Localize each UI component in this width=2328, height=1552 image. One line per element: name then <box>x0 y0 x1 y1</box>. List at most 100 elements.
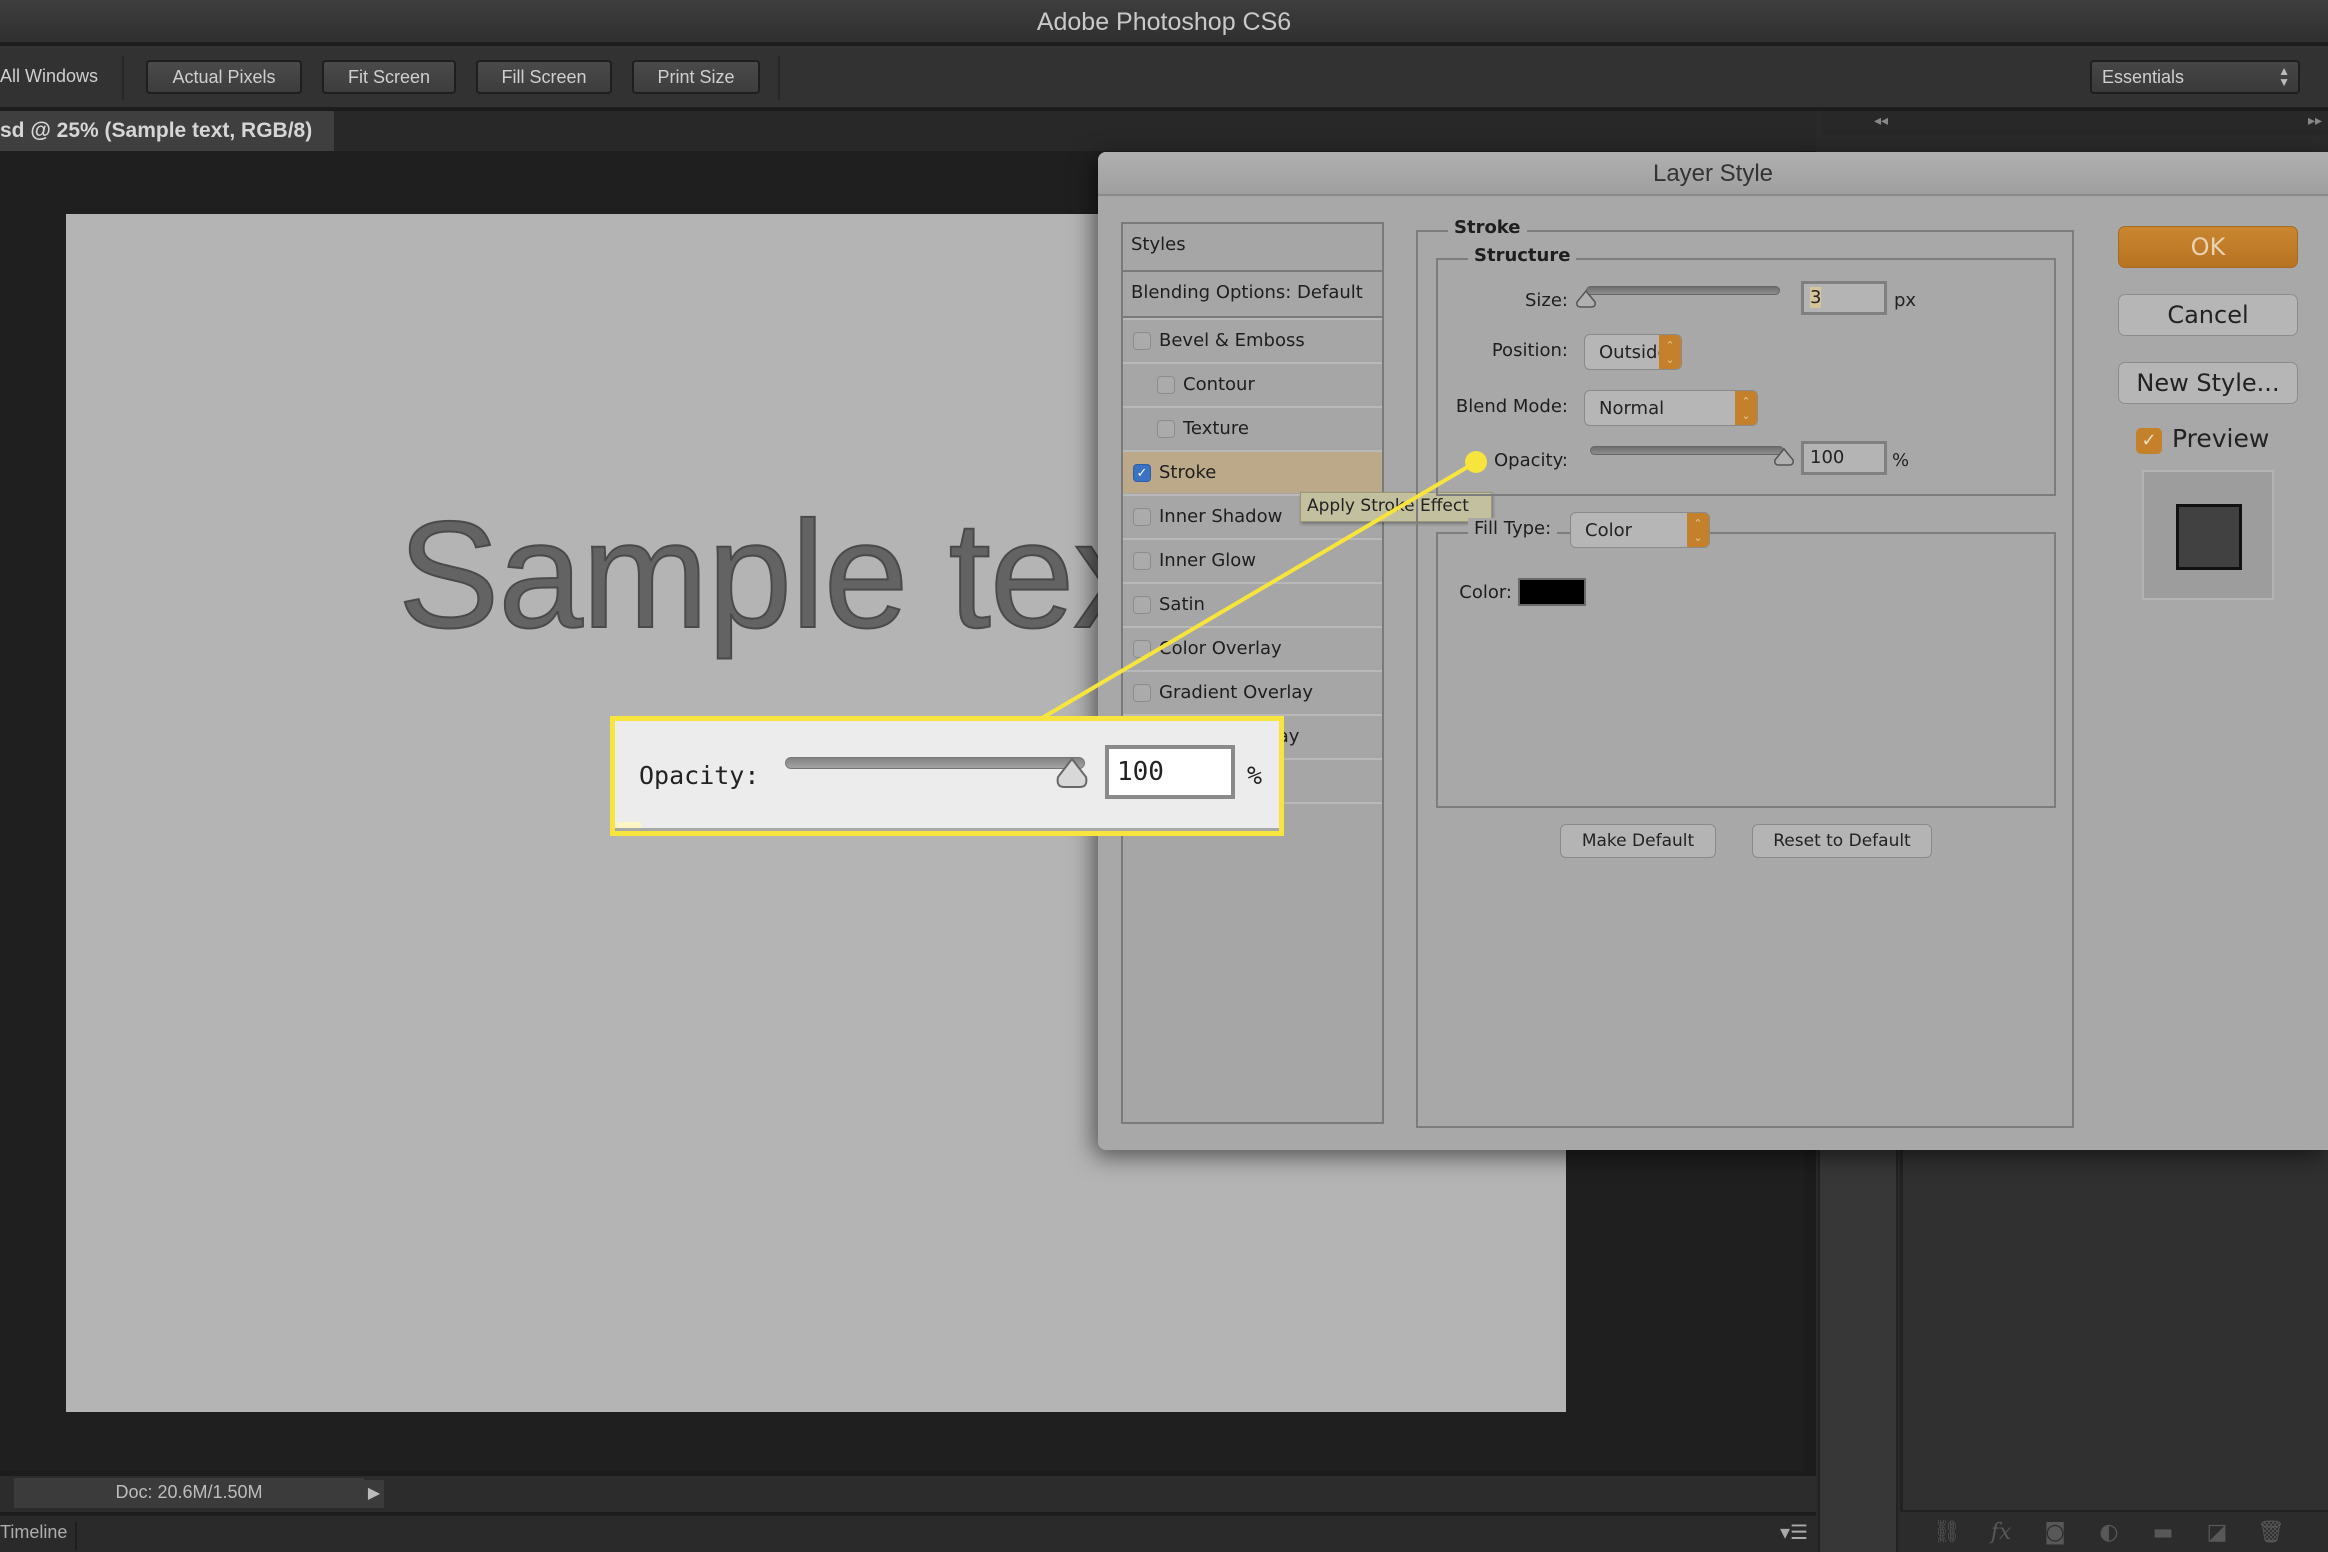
mask-icon[interactable]: ◙ <box>2028 1520 2082 1545</box>
divider <box>1123 270 1382 272</box>
opacity-slider-track[interactable] <box>1590 446 1784 455</box>
style-item-bevel-emboss[interactable]: Bevel & Emboss <box>1123 318 1382 361</box>
actual-pixels-button[interactable]: Actual Pixels <box>146 60 302 94</box>
title-bar: Adobe Photoshop CS6 <box>0 0 2328 44</box>
layers-panel <box>1900 1150 2328 1510</box>
size-unit: px <box>1894 290 1917 311</box>
callout-corner <box>617 822 641 828</box>
stroke-group-label: Stroke <box>1448 217 1527 238</box>
doc-size-info: Doc: 20.6M/1.50M <box>14 1478 364 1508</box>
stepper-arrows-icon: ⌃ ⌄ <box>1659 335 1681 369</box>
panel-collapse-bar: ◂◂ ▸▸ <box>1822 111 2328 135</box>
folder-icon[interactable]: ▬ <box>2136 1520 2190 1545</box>
divider <box>122 56 124 100</box>
style-item-texture[interactable]: Texture <box>1123 406 1382 449</box>
divider <box>778 56 780 100</box>
fill-type-group <box>1436 532 2056 808</box>
trash-icon[interactable]: 🗑 <box>2244 1520 2298 1545</box>
style-checkbox[interactable] <box>1133 595 1151 614</box>
link-icon[interactable]: ⛓ <box>1920 1520 1974 1545</box>
color-label: Color: <box>1459 582 1512 603</box>
fill-type-select[interactable]: Color ⌃ ⌄ <box>1570 512 1710 548</box>
document-tab[interactable]: sd @ 25% (Sample text, RGB/8) <box>0 111 334 151</box>
style-item-inner-glow[interactable]: Inner Glow <box>1123 538 1382 581</box>
stepper-arrows-icon: ⌃ ⌄ <box>1735 391 1757 425</box>
fill-type-value: Color <box>1585 520 1632 541</box>
status-menu-arrow-icon[interactable]: ▶ <box>364 1480 384 1508</box>
size-slider-track[interactable] <box>1586 286 1780 295</box>
style-item-label: Gradient Overlay <box>1159 682 1314 703</box>
callout-opacity-unit: % <box>1247 761 1263 790</box>
style-item-label: Color Overlay <box>1159 638 1282 659</box>
reset-to-default-button[interactable]: Reset to Default <box>1752 824 1932 858</box>
style-checkbox[interactable] <box>1133 639 1151 658</box>
style-preview-thumbnail <box>2142 470 2274 600</box>
timeline-tab[interactable]: Timeline <box>0 1522 78 1550</box>
preview-label: Preview <box>2172 424 2270 453</box>
fill-type-label: Fill Type: <box>1468 518 1558 539</box>
callout-opacity-input: 100 <box>1105 745 1235 799</box>
style-item-label: Bevel & Emboss <box>1159 330 1305 351</box>
style-checkbox[interactable] <box>1133 507 1151 526</box>
style-item-label: Inner Glow <box>1159 550 1257 571</box>
structure-group-label: Structure <box>1468 245 1577 266</box>
cancel-button[interactable]: Cancel <box>2118 294 2298 336</box>
collapse-left-icon[interactable]: ◂◂ <box>1874 113 1888 129</box>
opacity-callout: Opacity: 100 % <box>610 716 1284 836</box>
fx-icon[interactable]: fx <box>1974 1520 2028 1545</box>
stroke-color-swatch[interactable] <box>1518 578 1586 606</box>
style-checkbox[interactable] <box>1133 683 1151 702</box>
ok-button[interactable]: OK <box>2118 226 2298 268</box>
workspace-value: Essentials <box>2102 66 2185 87</box>
style-checkbox[interactable]: ✓ <box>1133 463 1151 482</box>
panel-menu-icon[interactable]: ▾☰ <box>1780 1520 1808 1544</box>
style-item-gradient-overlay[interactable]: Gradient Overlay <box>1123 670 1382 713</box>
size-label: Size: <box>1524 290 1568 311</box>
callout-opacity-slider-track <box>785 757 1085 769</box>
adjustment-icon[interactable]: ◐ <box>2082 1520 2136 1545</box>
workspace-select[interactable]: Essentials ▲ ▼ <box>2090 60 2300 94</box>
styles-header[interactable]: Styles <box>1123 234 1382 255</box>
print-size-button[interactable]: Print Size <box>632 60 760 94</box>
style-item-contour[interactable]: Contour <box>1123 362 1382 405</box>
blend-mode-select[interactable]: Normal ⌃ ⌄ <box>1584 390 1758 426</box>
style-checkbox[interactable] <box>1133 551 1151 570</box>
style-item-color-overlay[interactable]: Color Overlay <box>1123 626 1382 669</box>
size-slider-thumb[interactable] <box>1575 290 1597 308</box>
style-item-label: Contour <box>1183 374 1255 395</box>
opacity-input[interactable]: 100 <box>1801 441 1887 475</box>
all-windows-checkbox-label[interactable]: All Windows <box>0 66 98 87</box>
style-checkbox[interactable] <box>1157 375 1175 394</box>
callout-opacity-label: Opacity: <box>639 761 760 790</box>
new-layer-icon[interactable]: ◪ <box>2190 1520 2244 1545</box>
size-input[interactable]: 3 <box>1801 281 1887 315</box>
position-label: Position: <box>1491 340 1568 361</box>
position-select[interactable]: Outside ⌃ ⌄ <box>1584 334 1682 370</box>
style-checkbox[interactable] <box>1157 419 1175 438</box>
size-value: 3 <box>1810 287 1822 308</box>
divider <box>615 828 1279 831</box>
expand-right-icon[interactable]: ▸▸ <box>2308 113 2322 129</box>
new-style-button[interactable]: New Style... <box>2118 362 2298 404</box>
timeline-panel-bar: Timeline ▾☰ <box>0 1514 1816 1552</box>
fit-screen-button[interactable]: Fit Screen <box>322 60 456 94</box>
updown-arrows-icon: ▲ ▼ <box>2278 64 2290 89</box>
options-bar: All Windows Actual Pixels Fit Screen Fil… <box>0 46 2328 109</box>
fill-screen-button[interactable]: Fill Screen <box>476 60 612 94</box>
stepper-arrows-icon: ⌃ ⌄ <box>1687 513 1709 547</box>
preview-checkbox[interactable]: ✓ <box>2136 428 2162 454</box>
layers-panel-footer: ⛓ fx ◙ ◐ ▬ ◪ 🗑 <box>1900 1510 2328 1552</box>
dialog-title: Layer Style <box>1098 152 2328 196</box>
opacity-label: Opacity: <box>1494 450 1568 471</box>
style-item-label: Stroke <box>1159 462 1217 483</box>
style-item-stroke[interactable]: ✓ Stroke <box>1123 450 1382 493</box>
blend-mode-value: Normal <box>1599 398 1665 419</box>
callout-opacity-slider-thumb <box>1056 757 1088 788</box>
opacity-slider-thumb[interactable] <box>1773 448 1795 466</box>
style-checkbox[interactable] <box>1133 331 1151 350</box>
app-title: Adobe Photoshop CS6 <box>1036 8 1292 36</box>
style-item-satin[interactable]: Satin <box>1123 582 1382 625</box>
blending-options-item[interactable]: Blending Options: Default <box>1123 282 1382 303</box>
make-default-button[interactable]: Make Default <box>1560 824 1716 858</box>
styles-list: Styles Blending Options: Default Bevel &… <box>1121 222 1384 1124</box>
